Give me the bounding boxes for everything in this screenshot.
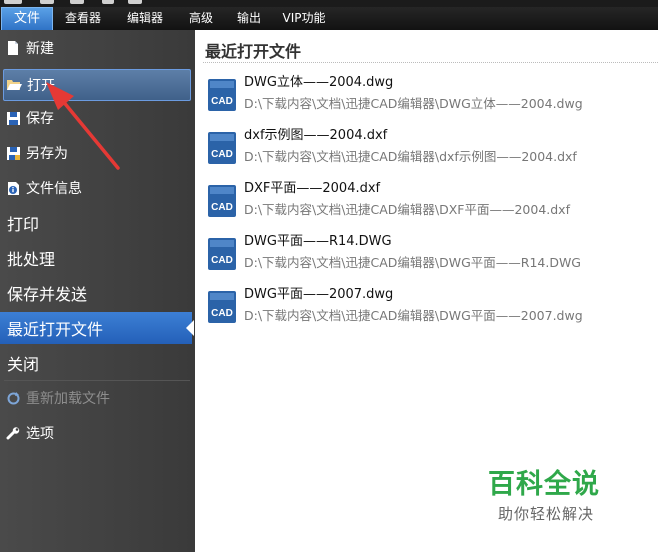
sidebar-item-new[interactable]: 新建 [0, 32, 192, 64]
sidebar-item-label: 保存并发送 [7, 285, 88, 304]
watermark-title: 百科全说 [488, 469, 600, 500]
svg-text:CAD: CAD [211, 96, 233, 107]
svg-text:CAD: CAD [211, 255, 233, 266]
new-document-icon [5, 40, 21, 56]
sidebar-item-label: 新建 [26, 41, 54, 57]
sidebar-item-options[interactable]: 选项 [0, 417, 192, 449]
page-title: 最近打开文件 [205, 42, 302, 61]
cad-file-icon: CAD [208, 132, 236, 164]
quick-access-icon[interactable] [40, 0, 54, 4]
wrench-icon [5, 425, 21, 441]
tab-output[interactable]: 输出 [230, 7, 268, 30]
quick-access-icon[interactable] [102, 0, 114, 4]
svg-text:CAD: CAD [211, 202, 233, 213]
tab-advanced[interactable]: 高级 [182, 7, 220, 30]
file-path: D:\下载内容\文档\迅捷CAD编辑器\DWG平面——2007.dwg [244, 308, 583, 323]
sidebar-item-open[interactable]: 打开 [3, 69, 191, 101]
file-sidebar: 新建 打开 保存 另存为 文件信息 打印 批处理 保存并发送 最近打开文件 关闭… [0, 30, 195, 552]
sidebar-item-save[interactable]: 保存 [0, 102, 192, 134]
recent-file-item[interactable]: CAD dxf示例图——2004.dxf D:\下载内容\文档\迅捷CAD编辑器… [203, 124, 643, 174]
sidebar-item-label: 批处理 [7, 250, 56, 269]
watermark-subtitle: 助你轻松解决 [498, 505, 595, 523]
sidebar-item-print[interactable]: 打印 [0, 207, 192, 239]
tab-file[interactable]: 文件 [1, 7, 53, 30]
file-path: D:\下载内容\文档\迅捷CAD编辑器\DWG平面——R14.DWG [244, 255, 581, 270]
selection-pointer [186, 320, 194, 336]
sidebar-item-label: 文件信息 [26, 181, 82, 197]
sidebar-item-label: 最近打开文件 [7, 320, 104, 339]
recent-file-item[interactable]: CAD DWG平面——R14.DWG D:\下载内容\文档\迅捷CAD编辑器\D… [203, 230, 643, 280]
floppy-disk-icon [5, 110, 21, 126]
sidebar-item-save-as[interactable]: 另存为 [0, 137, 192, 169]
quick-access-icon[interactable] [4, 0, 22, 4]
folder-open-icon [6, 77, 22, 93]
sidebar-item-label: 打开 [27, 78, 55, 94]
sidebar-item-batch[interactable]: 批处理 [0, 242, 192, 274]
quick-access-icon[interactable] [128, 0, 142, 4]
menu-bar: 文件 查看器 编辑器 高级 输出 VIP功能 [0, 7, 658, 30]
sidebar-item-recent-files[interactable]: 最近打开文件 [0, 312, 194, 344]
file-name: DWG平面——2007.dwg [244, 287, 394, 302]
sidebar-item-label: 选项 [26, 426, 54, 442]
title-divider [203, 62, 658, 63]
recent-file-item[interactable]: CAD DWG平面——2007.dwg D:\下载内容\文档\迅捷CAD编辑器\… [203, 283, 643, 333]
file-name: dxf示例图——2004.dxf [244, 128, 388, 143]
tab-editor[interactable]: 编辑器 [120, 7, 170, 30]
watermark-logo: 百科全说 助你轻松解决 [488, 462, 600, 524]
cad-file-icon: CAD [208, 79, 236, 111]
sidebar-divider [4, 380, 190, 381]
sidebar-item-label: 打印 [7, 215, 40, 234]
sidebar-item-save-and-send[interactable]: 保存并发送 [0, 277, 192, 309]
sidebar-item-label: 重新加载文件 [26, 391, 110, 407]
file-path: D:\下载内容\文档\迅捷CAD编辑器\DXF平面——2004.dxf [244, 202, 570, 217]
reload-icon [5, 390, 21, 406]
file-name: DXF平面——2004.dxf [244, 181, 381, 196]
sidebar-item-label: 另存为 [26, 146, 68, 162]
sidebar-item-label: 关闭 [7, 355, 40, 374]
file-path: D:\下载内容\文档\迅捷CAD编辑器\DWG立体——2004.dwg [244, 96, 583, 111]
file-name: DWG立体——2004.dwg [244, 75, 394, 90]
file-name: DWG平面——R14.DWG [244, 234, 392, 249]
sidebar-item-reload[interactable]: 重新加载文件 [0, 382, 192, 414]
svg-text:CAD: CAD [211, 308, 233, 319]
sidebar-item-file-info[interactable]: 文件信息 [0, 172, 192, 204]
cad-file-icon: CAD [208, 238, 236, 270]
quick-access-icon[interactable] [70, 0, 84, 4]
title-strip [0, 0, 658, 7]
svg-text:CAD: CAD [211, 149, 233, 160]
cad-file-icon: CAD [208, 291, 236, 323]
sidebar-item-label: 保存 [26, 111, 54, 127]
tab-viewer[interactable]: 查看器 [58, 7, 108, 30]
recent-file-item[interactable]: CAD DWG立体——2004.dwg D:\下载内容\文档\迅捷CAD编辑器\… [203, 71, 643, 121]
file-path: D:\下载内容\文档\迅捷CAD编辑器\dxf示例图——2004.dxf [244, 149, 577, 164]
cad-file-icon: CAD [208, 185, 236, 217]
tab-vip[interactable]: VIP功能 [278, 7, 330, 30]
file-info-icon [5, 180, 21, 196]
save-as-icon [5, 145, 21, 161]
recent-file-item[interactable]: CAD DXF平面——2004.dxf D:\下载内容\文档\迅捷CAD编辑器\… [203, 177, 643, 227]
sidebar-item-close[interactable]: 关闭 [0, 347, 192, 379]
